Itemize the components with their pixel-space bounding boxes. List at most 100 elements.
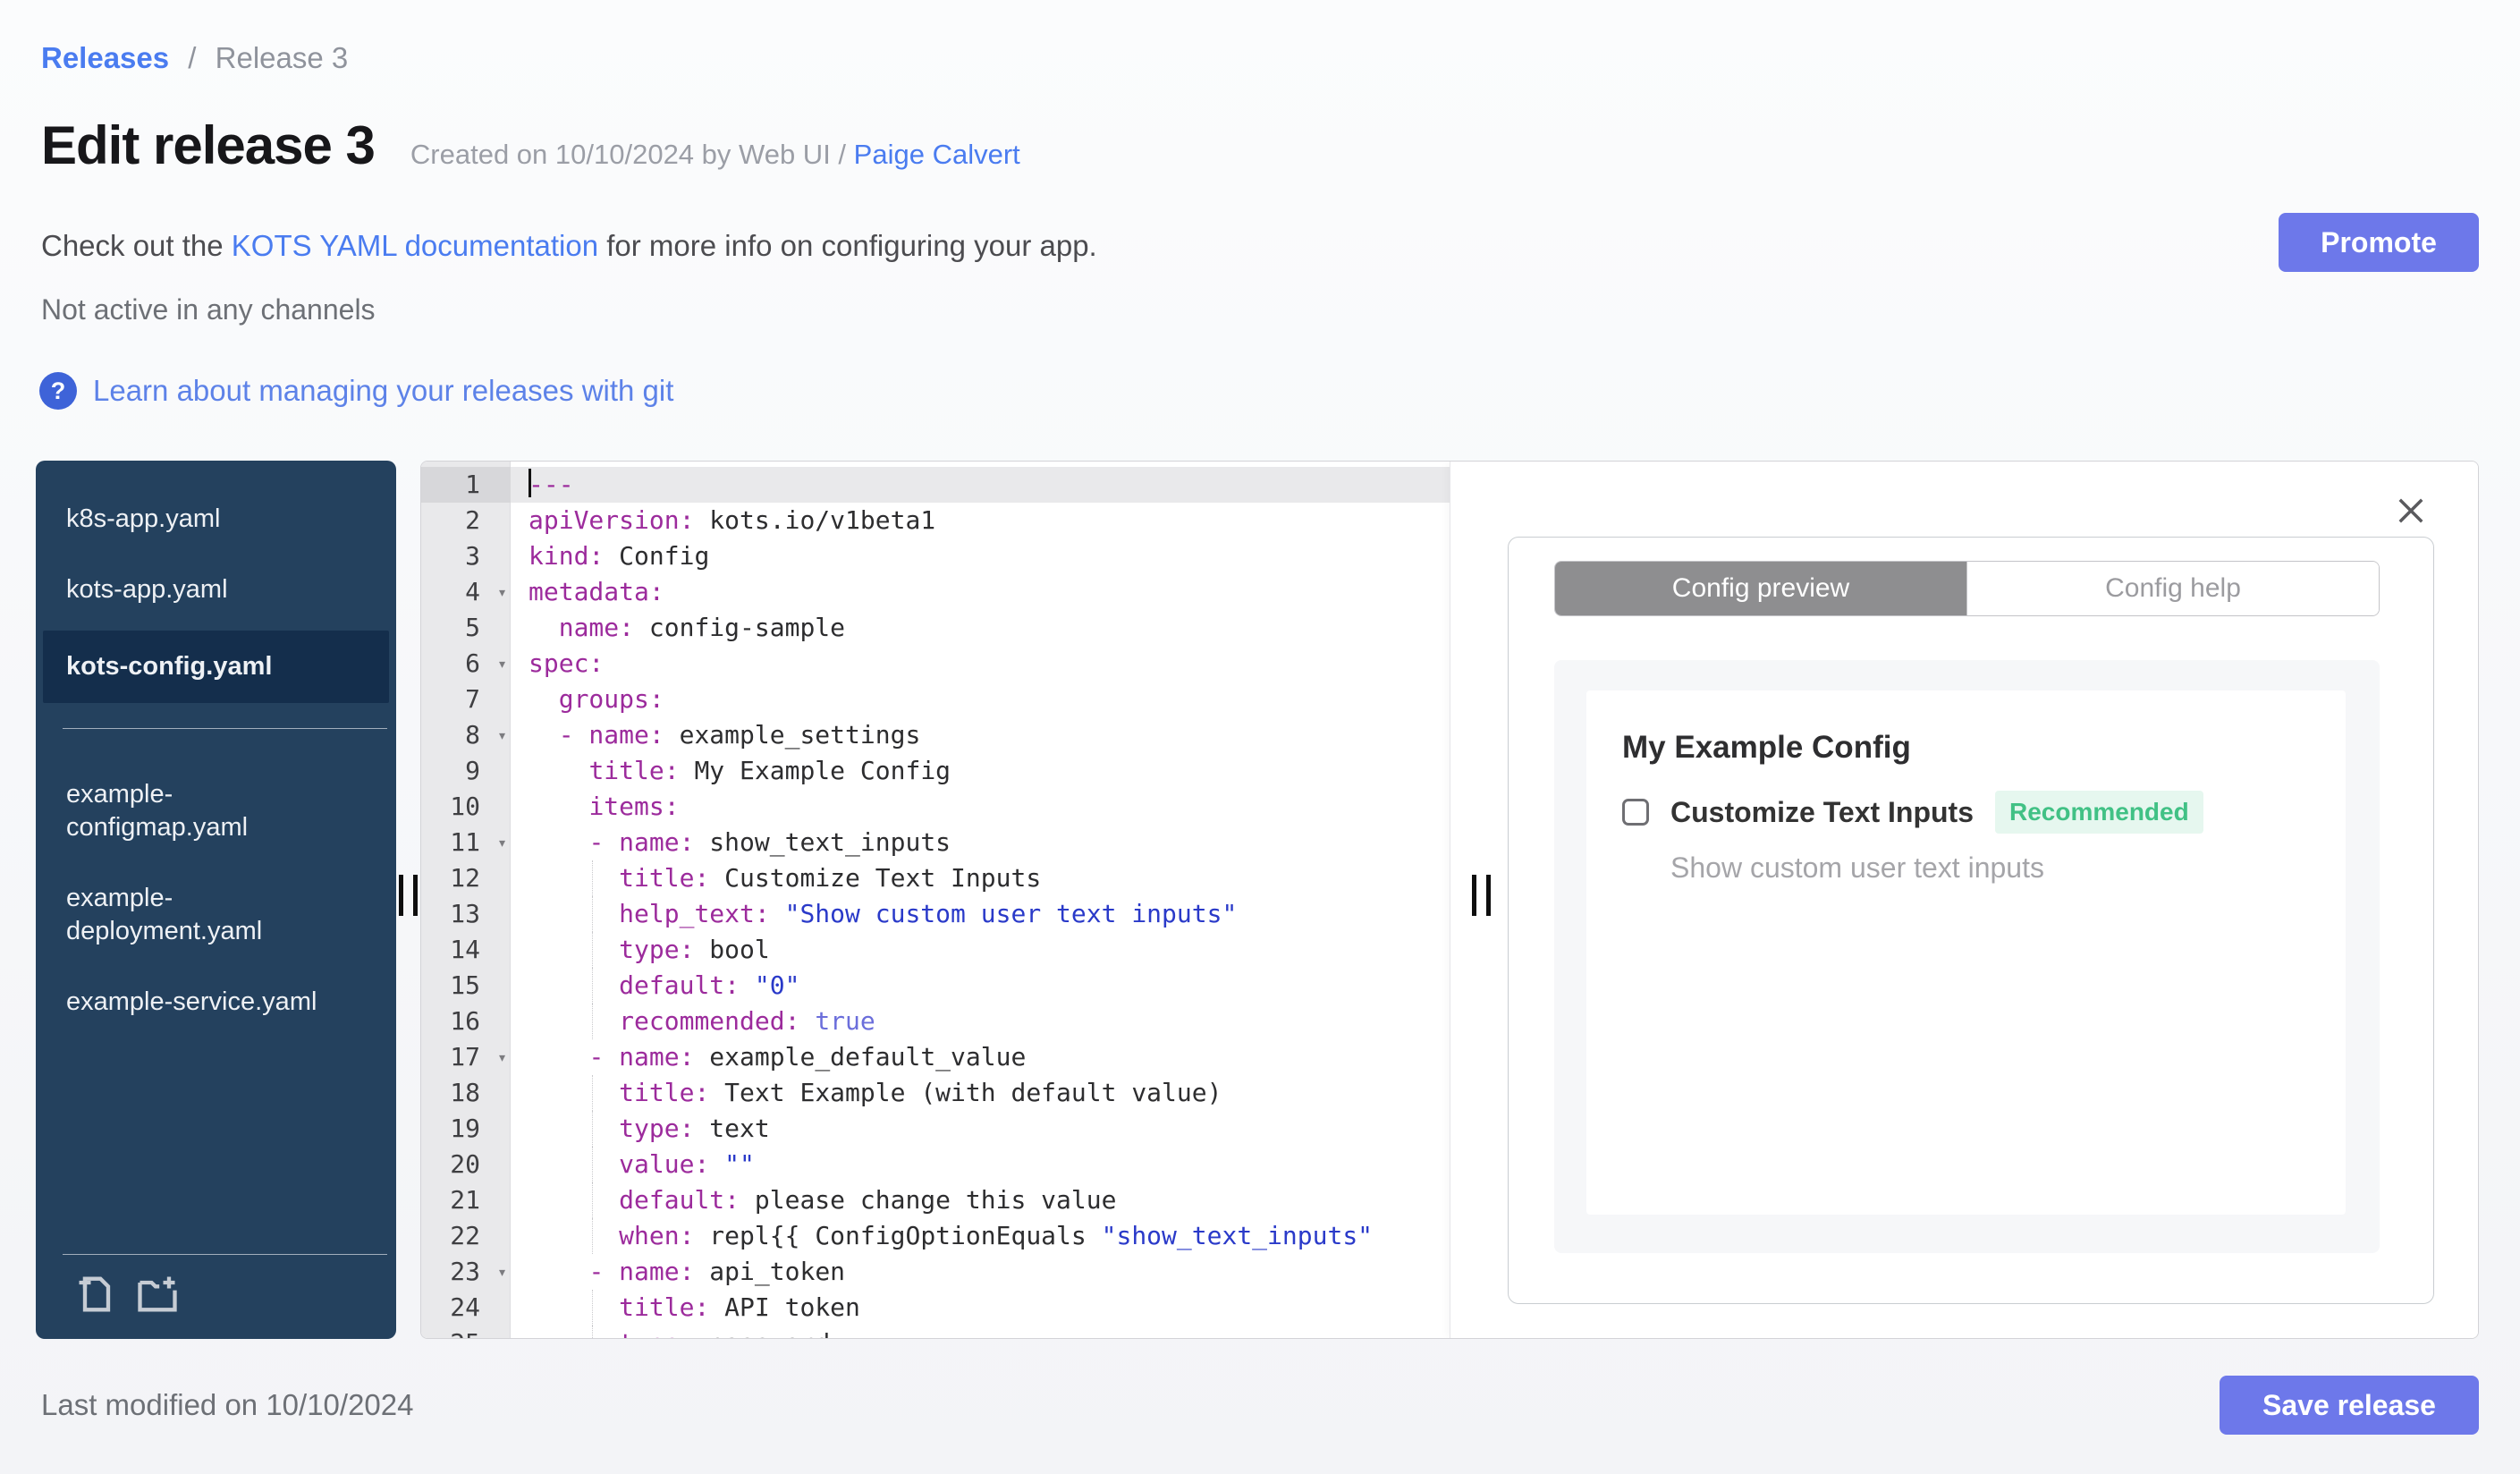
fold-arrow-icon[interactable]: ▾ [497,826,507,861]
code-line-text[interactable]: recommended: true [511,1004,1450,1039]
code-line-11[interactable]: 11 ▾ - name: show_text_inputs [421,825,1450,860]
code-line-text[interactable]: type: password [511,1326,1450,1338]
code-line-text[interactable]: metadata: [511,574,1450,610]
code-line-25[interactable]: 25 type: password [421,1326,1450,1338]
code-line-text[interactable]: value: "" [511,1147,1450,1182]
line-number[interactable]: 23 ▾ [421,1254,511,1290]
file-item-example-configmap.yaml[interactable]: example-configmap.yaml [36,759,396,863]
line-number[interactable]: 2 [421,503,511,538]
code-line-text[interactable]: --- [511,467,1450,503]
line-number[interactable]: 16 [421,1004,511,1039]
git-help-link[interactable]: Learn about managing your releases with … [93,374,673,408]
code-line-text[interactable]: default: "0" [511,968,1450,1004]
code-editor[interactable]: 1 --- 2 apiVersion: kots.io/v1beta1 3 kind: C… [421,467,1450,1338]
line-number[interactable]: 9 [421,753,511,789]
code-line-text[interactable]: spec: [511,646,1450,682]
code-line-text[interactable]: help_text: "Show custom user text inputs… [511,896,1450,932]
code-line-20[interactable]: 20 value: "" [421,1147,1450,1182]
sidebar-resize-handle[interactable] [399,875,418,916]
line-number[interactable]: 22 [421,1218,511,1254]
add-file-icon[interactable] [73,1271,120,1317]
line-number[interactable]: 7 [421,682,511,717]
preview-resize-handle[interactable] [1472,875,1491,916]
save-release-button[interactable]: Save release [2220,1376,2479,1435]
breadcrumb-releases-link[interactable]: Releases [41,41,169,74]
code-line-17[interactable]: 17 ▾ - name: example_default_value [421,1039,1450,1075]
code-line-15[interactable]: 15 default: "0" [421,968,1450,1004]
close-icon[interactable] [2392,492,2430,529]
line-number[interactable]: 4 ▾ [421,574,511,610]
code-line-text[interactable]: title: API token [511,1290,1450,1326]
code-line-14[interactable]: 14 type: bool [421,932,1450,968]
code-line-text[interactable]: groups: [511,682,1450,717]
code-line-4[interactable]: 4 ▾ metadata: [421,574,1450,610]
promote-button[interactable]: Promote [2279,213,2479,272]
tab-config-preview[interactable]: Config preview [1555,562,1966,615]
line-number[interactable]: 17 ▾ [421,1039,511,1075]
code-line-text[interactable]: type: bool [511,932,1450,968]
code-line-7[interactable]: 7 groups: [421,682,1450,717]
line-number[interactable]: 14 [421,932,511,968]
fold-arrow-icon[interactable]: ▾ [497,575,507,611]
fold-arrow-icon[interactable]: ▾ [497,1255,507,1291]
code-line-2[interactable]: 2 apiVersion: kots.io/v1beta1 [421,503,1450,538]
line-number[interactable]: 25 [421,1326,511,1338]
code-line-text[interactable]: title: Text Example (with default value) [511,1075,1450,1111]
code-line-6[interactable]: 6 ▾ spec: [421,646,1450,682]
code-line-text[interactable]: type: text [511,1111,1450,1147]
code-line-23[interactable]: 23 ▾ - name: api_token [421,1254,1450,1290]
line-number[interactable]: 11 ▾ [421,825,511,860]
file-item-k8s-app.yaml[interactable]: k8s-app.yaml [36,484,396,555]
line-number[interactable]: 20 [421,1147,511,1182]
line-number[interactable]: 3 [421,538,511,574]
fold-arrow-icon[interactable]: ▾ [497,647,507,682]
code-line-19[interactable]: 19 type: text [421,1111,1450,1147]
add-folder-icon[interactable] [134,1271,181,1317]
code-line-text[interactable]: - name: api_token [511,1254,1450,1290]
line-number[interactable]: 21 [421,1182,511,1218]
code-line-1[interactable]: 1 --- [421,467,1450,503]
line-number[interactable]: 15 [421,968,511,1004]
code-line-text[interactable]: - name: example_settings [511,717,1450,753]
fold-arrow-icon[interactable]: ▾ [497,1040,507,1076]
code-line-text[interactable]: title: My Example Config [511,753,1450,789]
code-line-16[interactable]: 16 recommended: true [421,1004,1450,1039]
file-item-kots-app.yaml[interactable]: kots-app.yaml [36,555,396,625]
code-line-text[interactable]: - name: example_default_value [511,1039,1450,1075]
line-number[interactable]: 8 ▾ [421,717,511,753]
code-line-18[interactable]: 18 title: Text Example (with default val… [421,1075,1450,1111]
line-number[interactable]: 5 [421,610,511,646]
line-number[interactable]: 13 [421,896,511,932]
fold-arrow-icon[interactable]: ▾ [497,718,507,754]
code-line-22[interactable]: 22 when: repl{{ ConfigOptionEquals "show… [421,1218,1450,1254]
code-line-text[interactable]: when: repl{{ ConfigOptionEquals "show_te… [511,1218,1450,1254]
code-line-text[interactable]: apiVersion: kots.io/v1beta1 [511,503,1450,538]
line-number[interactable]: 12 [421,860,511,896]
line-number[interactable]: 24 [421,1290,511,1326]
line-number[interactable]: 18 [421,1075,511,1111]
code-line-text[interactable]: default: please change this value [511,1182,1450,1218]
code-line-9[interactable]: 9 title: My Example Config [421,753,1450,789]
line-number[interactable]: 19 [421,1111,511,1147]
code-line-21[interactable]: 21 default: please change this value [421,1182,1450,1218]
line-number[interactable]: 10 [421,789,511,825]
kots-yaml-doc-link[interactable]: KOTS YAML documentation [232,229,598,262]
author-link[interactable]: Paige Calvert [854,139,1020,170]
code-line-12[interactable]: 12 title: Customize Text Inputs [421,860,1450,896]
code-line-3[interactable]: 3 kind: Config [421,538,1450,574]
code-line-10[interactable]: 10 items: [421,789,1450,825]
code-line-text[interactable]: name: config-sample [511,610,1450,646]
file-item-kots-config.yaml[interactable]: kots-config.yaml [43,631,389,703]
code-line-8[interactable]: 8 ▾ - name: example_settings [421,717,1450,753]
code-line-text[interactable]: kind: Config [511,538,1450,574]
code-line-text[interactable]: title: Customize Text Inputs [511,860,1450,896]
code-line-text[interactable]: - name: show_text_inputs [511,825,1450,860]
code-line-13[interactable]: 13 help_text: "Show custom user text inp… [421,896,1450,932]
customize-text-inputs-checkbox[interactable] [1622,799,1649,826]
line-number[interactable]: 1 [421,467,511,503]
code-line-5[interactable]: 5 name: config-sample [421,610,1450,646]
file-item-example-deployment.yaml[interactable]: example-deployment.yaml [36,863,396,967]
file-item-example-service.yaml[interactable]: example-service.yaml [36,967,396,1038]
tab-config-help[interactable]: Config help [1966,562,2379,615]
code-line-24[interactable]: 24 title: API token [421,1290,1450,1326]
